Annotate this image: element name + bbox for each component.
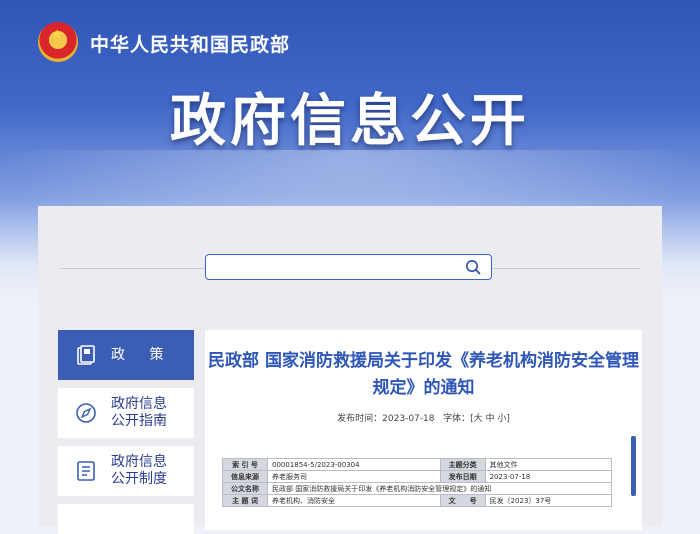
content-card: 政 策 政府信息 公开指南 政府信息 公开制度 民政部 国家消防救援局关于印发《… [38, 206, 662, 534]
table-row: 索 引 号 00001854-5/2023-00304 主题分类 其他文件 [222, 458, 613, 471]
scrollbar[interactable] [631, 436, 636, 496]
table-row: 公文名称 民政部 国家消防救援局关于印发《养老机构消防安全管理规定》的通知 [222, 482, 612, 495]
search-icon[interactable] [465, 259, 481, 275]
sidebar-item-label: 政府信息 公开指南 [111, 396, 167, 429]
page-title: 政府信息公开 [170, 89, 530, 154]
sidebar-item-policy[interactable]: 政 策 [58, 330, 194, 380]
document-panel: 民政部 国家消防救援局关于印发《养老机构消防安全管理规定》的通知 发布时间：20… [205, 330, 642, 530]
date-label: 发布时间： [337, 414, 383, 424]
table-row: 主 题 词 养老机构、消防安全 文 号 民发〔2023〕37号 [222, 494, 613, 507]
compass-icon [76, 403, 96, 423]
document-title: 民政部 国家消防救援局关于印发《养老机构消防安全管理规定》的通知 [208, 351, 639, 398]
sidebar-item-label: 政 策 [111, 346, 174, 363]
ministry-name[interactable]: 中华人民共和国民政部 [90, 30, 290, 57]
document-stack-icon [77, 345, 95, 365]
search-input[interactable] [214, 258, 458, 278]
list-document-icon [77, 461, 95, 481]
sidebar-item-system[interactable]: 政府信息 公开制度 [58, 446, 194, 496]
sidebar-item-more[interactable] [58, 504, 194, 534]
font-size-label: 字体： [443, 414, 471, 424]
document-info-table: 索 引 号 00001854-5/2023-00304 主题分类 其他文件 信息… [222, 458, 613, 507]
sidebar-item-label: 政府信息 公开制度 [111, 454, 167, 487]
table-row: 信息来源 养老服务司 发布日期 2023-07-18 [222, 470, 613, 483]
national-emblem-icon: ★ [38, 22, 78, 62]
font-size-options[interactable]: [大 中 小] [470, 414, 510, 424]
document-meta: 发布时间：2023-07-18 字体：[大 中 小] [205, 411, 642, 424]
sidebar-item-guide[interactable]: 政府信息 公开指南 [58, 388, 194, 438]
search-box [205, 254, 492, 280]
publish-date: 2023-07-18 [382, 414, 435, 424]
